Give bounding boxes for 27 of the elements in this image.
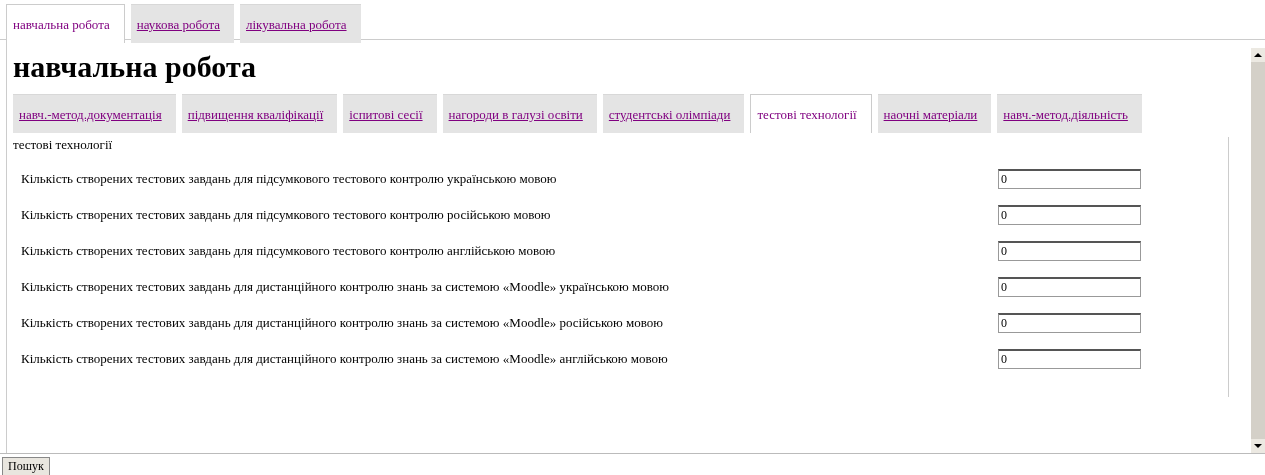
tab[interactable]: підвищення кваліфікації [181,94,338,133]
field-label: Кількість створених тестових завдань для підсумкового тестового контролю англійською мовою [20,243,557,259]
tab[interactable]: наукова робота [130,4,234,43]
field-label: Кількість створених тестових завдань для підсумкового тестового контролю українською мовою [20,171,558,187]
tab[interactable]: тестові технології [750,94,872,133]
page-heading: навчальна робота [13,50,257,84]
tab[interactable]: навч.-метод.діяльність [997,94,1142,133]
tab[interactable]: лікувальна робота [240,4,361,43]
input-field[interactable]: 0 [998,241,1141,261]
input-field[interactable]: 0 [998,169,1141,189]
tab[interactable]: нагороди в галузі освіти [442,94,597,133]
tab[interactable]: студентські олімпіади [602,94,745,133]
tab[interactable]: навч.-метод.документація [13,94,176,133]
tab[interactable]: навчальна робота [6,4,125,43]
field-label: Кількість створених тестових завдань для дистанційного контролю знань за системою «Moodle» російською мовою [20,315,664,331]
field-label: Кількість створених тестових завдань для дистанційного контролю знань за системою «Moodle» англійською мовою [20,351,669,367]
section-title: тестові технології [13,137,114,153]
input-field[interactable]: 0 [998,277,1141,297]
field-label: Кількість створених тестових завдань для дистанційного контролю знань за системою «Moodle» українською мовою [20,279,670,295]
field-label: Кількість створених тестових завдань для підсумкового тестового контролю російською мовою [20,207,552,223]
input-field[interactable]: 0 [998,313,1141,333]
input-field[interactable]: 0 [998,205,1141,225]
tab[interactable]: іспитові сесії [343,94,437,133]
search-button[interactable]: Пошук [2,457,50,475]
scrollbar[interactable] [1251,48,1265,453]
tab[interactable]: наочні матеріали [877,94,992,133]
input-field[interactable]: 0 [998,349,1141,369]
